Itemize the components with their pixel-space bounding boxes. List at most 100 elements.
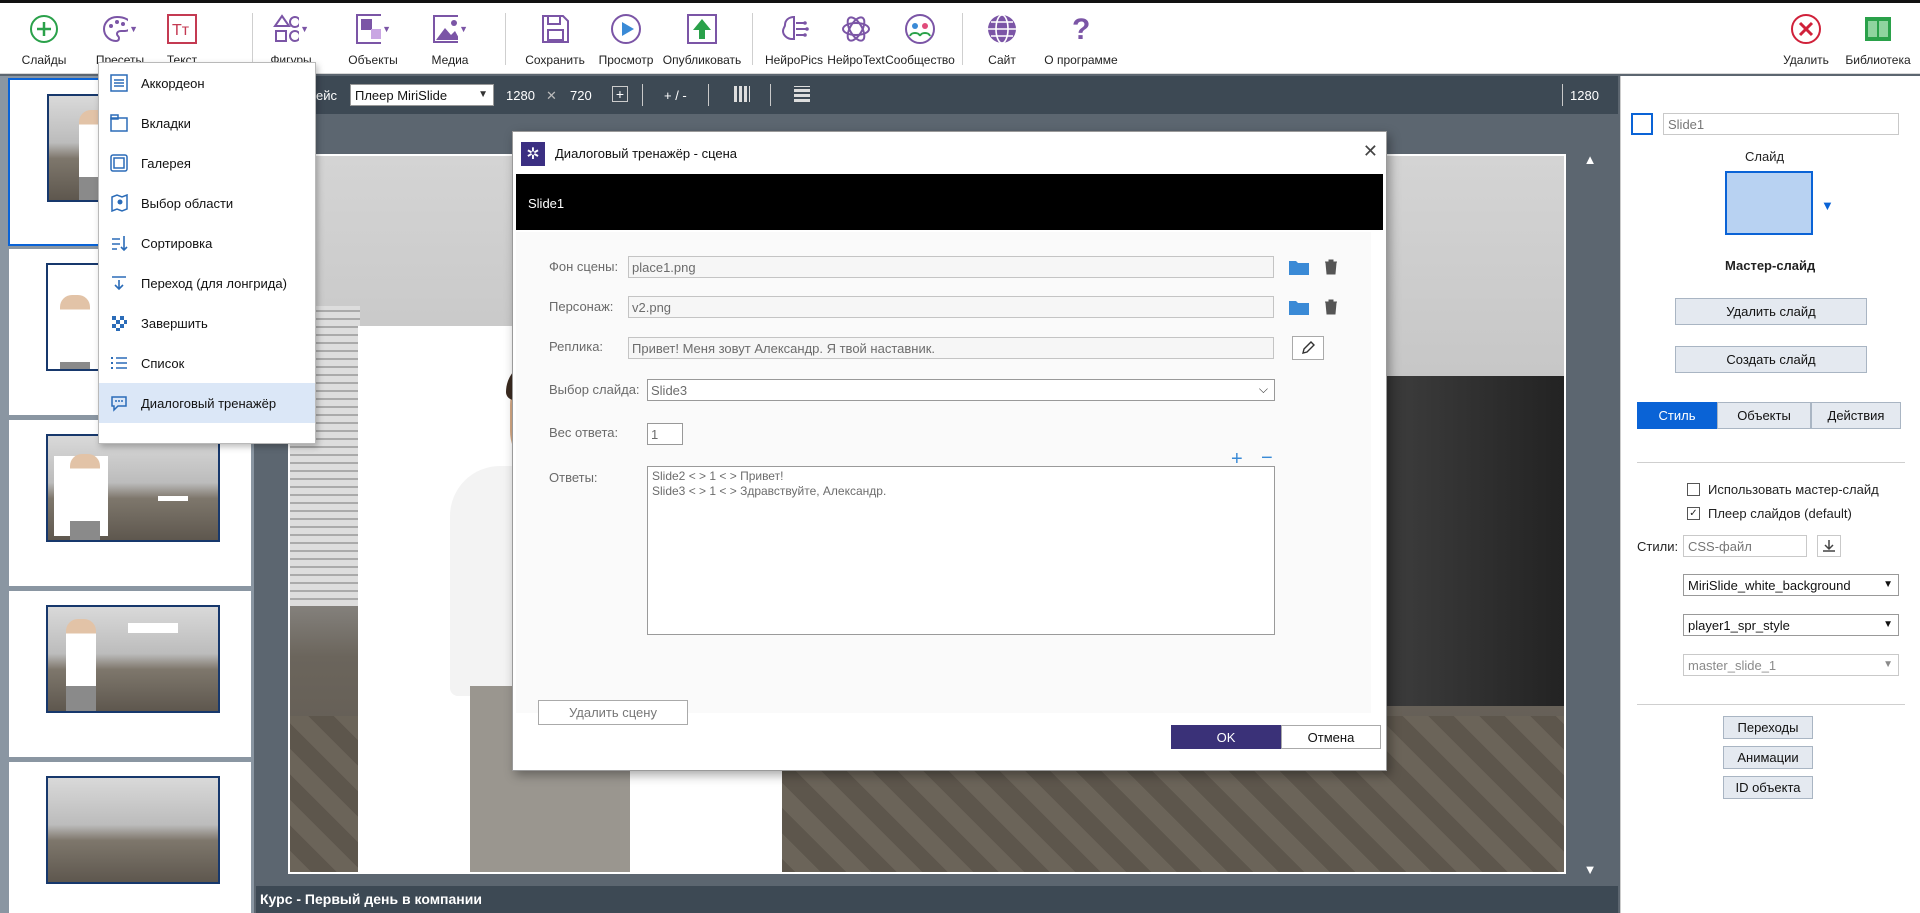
dialog-titlebar: ✲ Диалоговый тренажёр - сцена ✕: [513, 132, 1386, 172]
preset-item-dialog-trainer[interactable]: Диалоговый тренажёр: [99, 383, 315, 423]
line-input[interactable]: Привет! Меня зовут Александр. Я твой нас…: [628, 337, 1274, 359]
chevron-down-icon[interactable]: ▼: [1821, 198, 1834, 213]
publish-button[interactable]: Опубликовать: [663, 9, 741, 71]
master-slide-label: Мастер-слайд: [1725, 258, 1816, 273]
weight-input[interactable]: 1: [647, 423, 683, 445]
answers-textarea[interactable]: Slide2 < > 1 < > Привет! Slide3 < > 1 < …: [647, 466, 1275, 635]
slide-caption: Slide4: [18, 732, 60, 748]
style-select-1[interactable]: MiriSlide_white_background ▼: [1683, 574, 1899, 596]
site-label: Сайт: [988, 53, 1016, 67]
pencil-edit-icon[interactable]: [1292, 336, 1324, 360]
neuropics-button[interactable]: НейроPics: [764, 9, 824, 71]
save-button[interactable]: Сохранить: [525, 9, 585, 71]
finish-flag-icon: [109, 313, 129, 333]
animations-button[interactable]: Анимации: [1723, 746, 1813, 769]
use-master-checkbox[interactable]: Использовать мастер-слайд: [1687, 482, 1879, 497]
ok-button[interactable]: OK: [1171, 725, 1281, 749]
site-button[interactable]: Сайт: [984, 9, 1020, 71]
fit-plus-icon[interactable]: +: [612, 86, 628, 102]
preset-item-sort[interactable]: Сортировка: [99, 223, 315, 263]
css-file-input[interactable]: [1683, 535, 1807, 557]
height-value[interactable]: 720: [570, 88, 592, 103]
save-disk-icon: [537, 9, 573, 49]
slide-caption: Slide2: [18, 390, 60, 406]
cancel-button[interactable]: Отмена: [1281, 725, 1381, 749]
transitions-button[interactable]: Переходы: [1723, 716, 1813, 739]
player-default-checkbox[interactable]: ✓ Плеер слайдов (default): [1687, 506, 1852, 521]
toolbar-divider: [752, 13, 753, 65]
globe-icon: [984, 9, 1020, 49]
answer-line: Slide3 < > 1 < > Здравствуйте, Александр…: [652, 484, 887, 498]
about-button[interactable]: ? О программе: [1044, 9, 1117, 71]
tab-style[interactable]: Стиль: [1637, 402, 1717, 429]
editor-bar-divider: [708, 84, 709, 106]
trash-icon[interactable]: [1318, 255, 1344, 279]
trash-icon[interactable]: [1318, 295, 1344, 319]
neurotext-label: НейроText: [827, 53, 885, 67]
tab-objects[interactable]: Объекты: [1717, 402, 1811, 429]
guides-icon[interactable]: [794, 86, 810, 102]
close-icon[interactable]: ✕: [1363, 141, 1378, 162]
remove-answer-icon[interactable]: −: [1261, 448, 1273, 468]
preview-button[interactable]: Просмотр: [598, 9, 654, 71]
library-label: Библиотека: [1845, 53, 1911, 67]
slide-choice-select[interactable]: Slide3 ⌵: [647, 379, 1275, 401]
delete-button[interactable]: Удалить: [1782, 9, 1830, 71]
style-select-3-value: master_slide_1: [1688, 658, 1777, 673]
folder-icon[interactable]: [1286, 255, 1312, 279]
object-id-button[interactable]: ID объекта: [1723, 776, 1813, 799]
preset-label: Вкладки: [141, 115, 191, 131]
grid-icon[interactable]: [734, 86, 750, 102]
delete-slide-button[interactable]: Удалить слайд: [1675, 298, 1867, 325]
folder-icon[interactable]: [1286, 295, 1312, 319]
tabs-icon: [109, 113, 129, 133]
panel-divider: [1637, 704, 1905, 705]
chevron-down-icon: ▼: [1883, 579, 1893, 590]
library-button[interactable]: Библиотека: [1845, 9, 1911, 71]
slide-choice-label: Выбор слайда:: [549, 382, 640, 397]
course-title: Курс - Первый день в компании: [256, 886, 1618, 913]
create-slide-button[interactable]: Создать слайд: [1675, 346, 1867, 373]
scroll-up-icon[interactable]: ▲: [1580, 152, 1600, 168]
zoom-control[interactable]: + / -: [664, 88, 687, 103]
objects-button[interactable]: ▼ Объекты: [346, 9, 400, 71]
preset-item-transition[interactable]: Переход (для лонгрида): [99, 263, 315, 303]
tab-actions[interactable]: Действия: [1811, 402, 1901, 429]
preset-label: Диалоговый тренажёр: [141, 395, 277, 411]
width-value[interactable]: 1280: [506, 88, 535, 103]
delete-scene-button[interactable]: Удалить сцену: [538, 700, 688, 725]
transition-icon: [109, 273, 129, 293]
community-button[interactable]: Сообщество: [885, 9, 955, 71]
download-icon[interactable]: [1817, 535, 1841, 557]
character-input[interactable]: v2.png: [628, 296, 1274, 318]
slide-color-swatch[interactable]: [1631, 113, 1653, 135]
player-select[interactable]: Плеер MiriSlide ▼: [350, 84, 494, 106]
publish-upload-icon: [684, 9, 720, 49]
slide-thumbnail-5[interactable]: [8, 761, 252, 913]
preset-item-finish[interactable]: Завершить: [99, 303, 315, 343]
toolbar-divider: [252, 13, 253, 65]
media-button[interactable]: ▼ Медиа: [424, 9, 476, 71]
neurotext-button[interactable]: НейроText: [826, 9, 886, 71]
style-select-1-value: MiriSlide_white_background: [1688, 578, 1851, 593]
preset-item-gallery[interactable]: Галерея: [99, 143, 315, 183]
editor-bar-divider: [770, 84, 771, 106]
preset-label: Список: [141, 355, 185, 371]
chevron-down-icon: ▼: [1883, 659, 1893, 670]
preset-item-list[interactable]: Список: [99, 343, 315, 383]
bg-input[interactable]: place1.png: [628, 256, 1274, 278]
library-book-icon: [1860, 9, 1896, 49]
preset-item-area-select[interactable]: Выбор области: [99, 183, 315, 223]
editor-bar-divider: [642, 84, 643, 106]
style-select-2[interactable]: player1_spr_style ▼: [1683, 614, 1899, 636]
preset-item-tabs[interactable]: Вкладки: [99, 103, 315, 143]
character-label: Персонаж:: [549, 299, 614, 314]
slide-preview-image: [46, 434, 220, 542]
slide-name-input[interactable]: Slide1: [1663, 113, 1899, 135]
scroll-down-icon[interactable]: ▼: [1580, 862, 1600, 878]
style-select-3[interactable]: master_slide_1 ▼: [1683, 654, 1899, 676]
slide-background-preview[interactable]: [1725, 171, 1813, 235]
slides-button[interactable]: Слайды: [20, 9, 68, 71]
palette-icon: ▼: [102, 9, 138, 49]
preset-item-accordion[interactable]: Аккордеон: [99, 63, 315, 103]
